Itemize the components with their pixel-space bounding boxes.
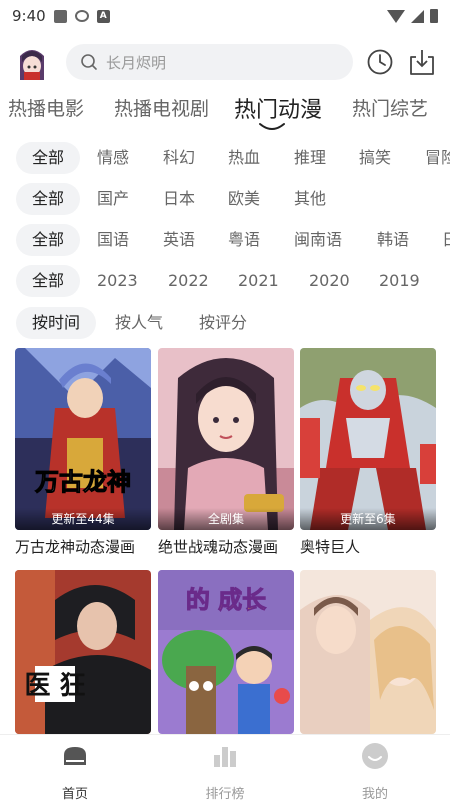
filter-chip[interactable]: 韩语 <box>377 224 409 256</box>
filter-row-genre: 全部 情感 科幻 热血 推理 搞笑 冒险 <box>0 140 450 174</box>
history-button[interactable] <box>366 48 394 76</box>
filter-chip[interactable]: 热血 <box>228 142 260 174</box>
ranking-icon <box>214 747 236 767</box>
filter-chip-language-all[interactable]: 全部 <box>16 224 81 256</box>
filter-chip[interactable]: 国语 <box>97 224 129 256</box>
nav-profile[interactable]: 我的 <box>335 741 415 800</box>
nav-label: 排行榜 <box>205 787 245 800</box>
nav-label: 我的 <box>361 787 388 800</box>
weibo-notification-icon <box>74 10 89 22</box>
download-icon <box>410 50 434 75</box>
card-title: 万古龙神动态漫画 <box>15 538 136 556</box>
filter-chip[interactable]: 2019 <box>379 265 420 297</box>
nav-home[interactable]: 首页 <box>35 741 115 800</box>
home-icon <box>64 747 86 765</box>
filter-chip[interactable]: 英语 <box>163 224 195 256</box>
card-title: 奥特巨人 <box>300 538 361 556</box>
nav-label: 首页 <box>61 787 88 800</box>
nav-ranking[interactable]: 排行榜 <box>185 741 265 800</box>
profile-icon <box>362 743 388 769</box>
search-placeholder: 长月烬明 <box>106 53 167 72</box>
filter-chip[interactable]: 搞笑 <box>359 142 391 174</box>
wifi-icon <box>387 9 405 23</box>
poster-title-art: 万古龙神 <box>35 467 131 496</box>
filter-chip[interactable]: 2021 <box>238 265 279 297</box>
poster: 全剧集 <box>158 348 294 530</box>
sort-by-time[interactable]: 按时间 <box>16 307 97 339</box>
episode-badge: 更新至6集 <box>300 508 436 530</box>
filter-row-region: 全部 国产 日本 欧美 其他 <box>0 181 450 215</box>
poster-title-art: 医 狂 <box>24 671 85 701</box>
filter-chip[interactable]: 粤语 <box>228 224 260 256</box>
clock-icon <box>367 49 393 75</box>
episode-badge: 更新至44集 <box>15 508 151 530</box>
media-card[interactable]: 万古龙神 更新至44集 万古龙神动态漫画 <box>15 348 151 557</box>
header: 长月烬明 <box>0 40 450 84</box>
media-card[interactable]: 医 狂 <box>15 570 151 734</box>
episode-badge: 全剧集 <box>158 508 294 530</box>
tab-tv-series[interactable]: 热播电视剧 <box>114 94 209 121</box>
poster: 医 狂 <box>15 570 151 734</box>
bottom-navigation: 首页 排行榜 我的 <box>0 734 450 800</box>
tab-movies[interactable]: 热播电影 <box>8 94 84 121</box>
filter-chip[interactable]: 情感 <box>97 142 129 174</box>
status-time: 9:40 <box>12 7 46 25</box>
search-bar[interactable]: 长月烬明 <box>66 44 353 80</box>
media-card[interactable]: 的 成长 <box>158 570 294 734</box>
battery-icon <box>430 9 438 23</box>
filter-chip[interactable]: 闽南语 <box>294 224 342 256</box>
gallery-notification-icon <box>53 9 67 23</box>
signal-icon <box>411 9 424 23</box>
search-icon <box>81 54 97 70</box>
category-tabs: 热播电影 热播电视剧 热门动漫 热门综艺 <box>0 88 450 132</box>
app-notification-icon: A <box>96 9 110 23</box>
filter-chip-region-all[interactable]: 全部 <box>16 183 81 215</box>
filter-chip[interactable]: 国产 <box>97 183 129 215</box>
active-tab-indicator <box>259 123 285 130</box>
filter-chip-genre-all[interactable]: 全部 <box>16 142 81 174</box>
media-card[interactable]: 更新至6集 奥特巨人 <box>300 348 436 557</box>
poster: 更新至6集 <box>300 348 436 530</box>
tab-anime[interactable]: 热门动漫 <box>234 92 322 124</box>
poster-title-art: 的 成长 <box>186 586 267 614</box>
sort-by-rating[interactable]: 按评分 <box>199 307 247 339</box>
filter-chip[interactable]: 欧美 <box>228 183 260 215</box>
filter-chip[interactable]: 日本 <box>163 183 195 215</box>
download-button[interactable] <box>408 47 436 77</box>
filter-chip[interactable]: 2020 <box>309 265 350 297</box>
filter-row-year: 全部 2023 2022 2021 2020 2019 <box>0 263 450 297</box>
tab-variety[interactable]: 热门综艺 <box>352 94 428 121</box>
filter-chip[interactable]: 其他 <box>294 183 326 215</box>
sort-by-popularity[interactable]: 按人气 <box>115 307 163 339</box>
poster: 的 成长 <box>158 570 294 734</box>
status-bar: 9:40 A <box>0 0 450 32</box>
filter-row-sort: 按时间 按人气 按评分 <box>0 305 450 339</box>
poster <box>300 570 436 734</box>
filter-chip-year-all[interactable]: 全部 <box>16 265 81 297</box>
media-card[interactable]: 全剧集 绝世战魂动态漫画 <box>158 348 294 557</box>
app-logo-avatar[interactable] <box>14 42 50 82</box>
filter-chip[interactable]: 冒险 <box>425 142 450 174</box>
filter-chip[interactable]: 日 <box>442 224 450 256</box>
media-card[interactable] <box>300 570 436 734</box>
filter-chip[interactable]: 2022 <box>168 265 209 297</box>
poster: 万古龙神 更新至44集 <box>15 348 151 530</box>
card-title: 绝世战魂动态漫画 <box>158 538 279 556</box>
filter-row-language: 全部 国语 英语 粤语 闽南语 韩语 日 <box>0 222 450 256</box>
filter-chip[interactable]: 推理 <box>294 142 326 174</box>
filter-chip[interactable]: 2023 <box>97 265 138 297</box>
filter-chip[interactable]: 科幻 <box>163 142 195 174</box>
